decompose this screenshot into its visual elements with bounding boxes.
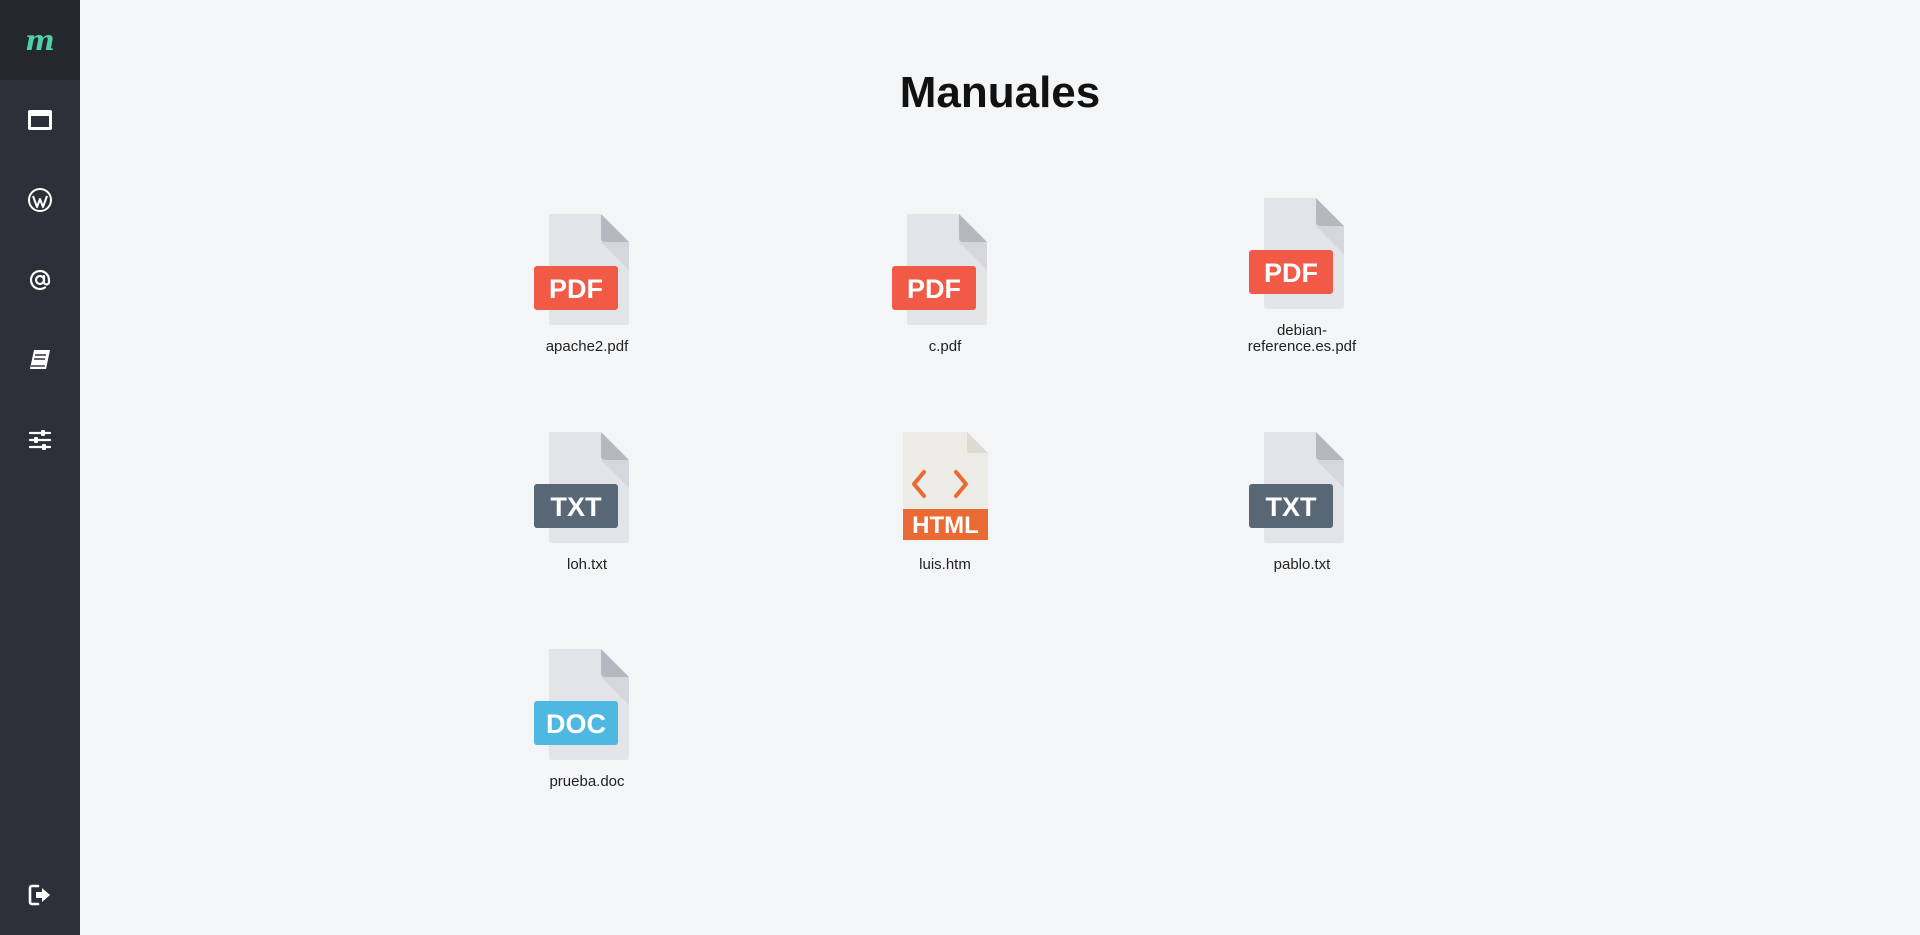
file-item[interactable]: DOC prueba.doc xyxy=(492,647,682,790)
file-name: prueba.doc xyxy=(549,773,625,790)
logout-icon xyxy=(28,884,50,906)
logout-button[interactable] xyxy=(0,855,80,935)
file-item[interactable]: PDF c.pdf xyxy=(850,212,1040,355)
sidebar: m xyxy=(0,0,80,935)
svg-text:DOC: DOC xyxy=(546,709,606,739)
pdf-file-icon: PDF xyxy=(534,214,629,325)
page-title: Manuales xyxy=(899,68,1101,117)
txt-file-icon: TXT xyxy=(534,432,629,543)
file-item[interactable]: TXT loh.txt xyxy=(492,430,682,573)
sidebar-item-mail[interactable] xyxy=(0,240,80,320)
file-name: loh.txt xyxy=(566,556,608,573)
at-sign-icon xyxy=(29,269,51,291)
file-item[interactable]: PDF apache2.pdf xyxy=(492,212,682,355)
file-name: apache2.pdf xyxy=(545,338,629,355)
html-file-icon: HTML xyxy=(903,432,988,540)
svg-text:PDF: PDF xyxy=(549,274,603,304)
file-name: luis.htm xyxy=(919,556,971,573)
svg-text:TXT: TXT xyxy=(1266,492,1318,522)
svg-text:TXT: TXT xyxy=(551,492,603,522)
svg-text:PDF: PDF xyxy=(907,274,961,304)
file-name: c.pdf xyxy=(928,338,962,355)
sliders-icon xyxy=(28,430,52,450)
file-name: pablo.txt xyxy=(1273,556,1331,573)
svg-text:HTML: HTML xyxy=(912,512,979,539)
sidebar-item-manuals[interactable] xyxy=(0,320,80,400)
file-item[interactable]: TXT pablo.txt xyxy=(1207,430,1397,573)
svg-text:PDF: PDF xyxy=(1264,258,1318,288)
wordpress-icon xyxy=(28,188,52,212)
logo-text: m xyxy=(25,23,55,57)
sidebar-item-wordpress[interactable] xyxy=(0,160,80,240)
pdf-file-icon: PDF xyxy=(1249,198,1344,309)
book-icon xyxy=(30,350,50,369)
sidebar-item-settings[interactable] xyxy=(0,400,80,480)
file-name: debian-reference.es.pdf xyxy=(1247,322,1357,355)
browser-window-icon xyxy=(28,110,52,130)
sidebar-item-web[interactable] xyxy=(0,80,80,160)
txt-file-icon: TXT xyxy=(1249,432,1344,543)
pdf-file-icon: PDF xyxy=(892,214,987,325)
file-item[interactable]: HTML luis.htm xyxy=(850,430,1040,573)
app-logo[interactable]: m xyxy=(0,0,80,80)
file-item[interactable]: PDF debian-reference.es.pdf xyxy=(1207,196,1397,355)
doc-file-icon: DOC xyxy=(534,649,629,760)
